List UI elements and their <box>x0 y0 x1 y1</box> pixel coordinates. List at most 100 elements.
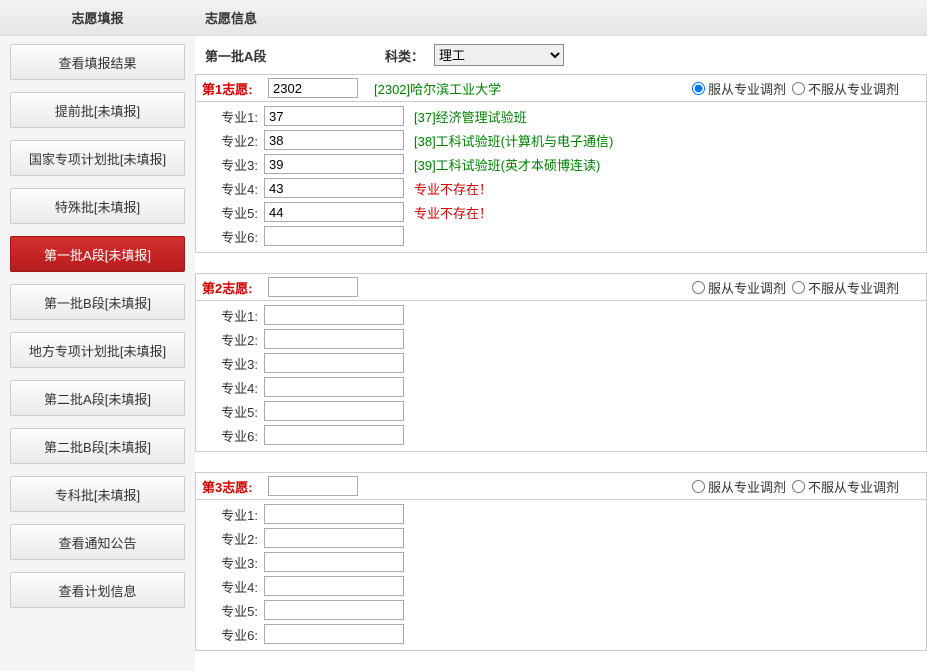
adjust-yes-label[interactable]: 服从专业调剂 <box>692 79 786 98</box>
adjust-yes-radio[interactable] <box>692 480 705 493</box>
major-code-input-2-6[interactable] <box>264 425 404 445</box>
sidebar: 志愿填报 查看填报结果提前批[未填报] 国家专项计划批[未填报] 特殊批[未填报] 第… <box>0 0 195 671</box>
sidebar-item-1[interactable]: 提前批[未填报] <box>10 92 185 128</box>
major-row: 专业2: <box>204 327 918 351</box>
major-error-text: 专业不存在！ <box>404 179 492 198</box>
major-code-input-2-3[interactable] <box>264 353 404 373</box>
choice-header-3: 第3志愿: 服从专业调剂 不服从专业调剂 <box>195 472 927 500</box>
major-name: [37]经济管理试验班 <box>404 107 527 126</box>
adjust-yes-text: 服从专业调剂 <box>708 79 786 98</box>
choice-label: 第3志愿: <box>196 477 266 496</box>
adjust-yes-label[interactable]: 服从专业调剂 <box>692 278 786 297</box>
choice-header-2: 第2志愿: 服从专业调剂 不服从专业调剂 <box>195 273 927 301</box>
major-row: 专业3:[39]工科试验班(英才本硕博连读) <box>204 152 918 176</box>
major-code-input-1-2[interactable] <box>264 130 404 150</box>
major-code-input-2-1[interactable] <box>264 305 404 325</box>
sidebar-item-6[interactable]: 地方专项计划批[未填报] <box>10 332 185 368</box>
batch-row: 第一批A段 科类： 理工 <box>195 36 927 74</box>
sidebar-item-3[interactable]: 特殊批[未填报] <box>10 188 185 224</box>
majors-wrap: 专业1: 专业2: 专业3: 专业4: 专业5:专业6: <box>195 500 927 651</box>
choice-label: 第2志愿: <box>196 278 266 297</box>
category-label: 科类： <box>385 46 424 65</box>
adjust-yes-label[interactable]: 服从专业调剂 <box>692 477 786 496</box>
sidebar-item-10[interactable]: 查看通知公告 <box>10 524 185 560</box>
major-code-input-3-6[interactable] <box>264 624 404 644</box>
choice-block-2: 第2志愿:服从专业调剂不服从专业调剂专业1:专业2:专业3:专业4:专业5:专业… <box>195 273 927 452</box>
major-code-input-3-2[interactable] <box>264 528 404 548</box>
choice-block-1: 第1志愿:[2302]哈尔滨工业大学服从专业调剂不服从专业调剂专业1:[37]经… <box>195 74 927 253</box>
major-row: 专业1: <box>204 303 918 327</box>
school-code-input-3[interactable] <box>268 476 358 496</box>
major-label: 专业1: <box>204 107 264 126</box>
adjust-yes-text: 服从专业调剂 <box>708 278 786 297</box>
major-label: 专业2: <box>204 330 264 349</box>
major-label: 专业3: <box>204 155 264 174</box>
sidebar-item-11[interactable]: 查看计划信息 <box>10 572 185 608</box>
major-row: 专业4:专业不存在！ <box>204 176 918 200</box>
major-code-input-2-2[interactable] <box>264 329 404 349</box>
adjust-no-radio[interactable] <box>792 480 805 493</box>
adjust-no-label[interactable]: 不服从专业调剂 <box>792 477 899 496</box>
major-label: 专业4: <box>204 577 264 596</box>
major-row: 专业6: <box>204 423 918 447</box>
choice-code-cell <box>266 275 366 299</box>
adjust-no-label[interactable]: 不服从专业调剂 <box>792 79 899 98</box>
major-label: 专业3: <box>204 354 264 373</box>
adjust-yes-radio[interactable] <box>692 82 705 95</box>
adjust-no-radio[interactable] <box>792 82 805 95</box>
major-code-input-1-4[interactable] <box>264 178 404 198</box>
major-label: 专业3: <box>204 553 264 572</box>
major-label: 专业5: <box>204 402 264 421</box>
major-code-input-3-5[interactable] <box>264 600 404 620</box>
school-code-input-2[interactable] <box>268 277 358 297</box>
sidebar-item-9[interactable]: 专科批[未填报] <box>10 476 185 512</box>
major-code-input-1-1[interactable] <box>264 106 404 126</box>
major-code-input-1-3[interactable] <box>264 154 404 174</box>
batch-title: 第一批A段 <box>205 46 375 65</box>
major-row: 专业5: <box>204 399 918 423</box>
choice-label: 第1志愿: <box>196 79 266 98</box>
major-row: 专业1: [37]经济管理试验班 <box>204 104 918 128</box>
major-row: 专业6: <box>204 224 918 248</box>
adjust-yes-radio[interactable] <box>692 281 705 294</box>
choice-code-cell <box>266 474 366 498</box>
major-code-input-3-4[interactable] <box>264 576 404 596</box>
adjust-no-label[interactable]: 不服从专业调剂 <box>792 278 899 297</box>
sidebar-item-5[interactable]: 第一批B段[未填报] <box>10 284 185 320</box>
adjust-no-text: 不服从专业调剂 <box>808 278 899 297</box>
major-row: 专业6: <box>204 622 918 646</box>
sidebar-header: 志愿填报 <box>0 0 195 36</box>
category-select[interactable]: 理工 <box>434 44 564 66</box>
major-code-input-3-3[interactable] <box>264 552 404 572</box>
major-code-input-3-1[interactable] <box>264 504 404 524</box>
major-label: 专业2: <box>204 529 264 548</box>
major-code-input-1-6[interactable] <box>264 226 404 246</box>
major-row: 专业1: <box>204 502 918 526</box>
adjust-cell: 服从专业调剂 不服从专业调剂 <box>686 477 926 496</box>
major-label: 专业4: <box>204 378 264 397</box>
school-code-input-1[interactable] <box>268 78 358 98</box>
major-row: 专业5: <box>204 598 918 622</box>
sidebar-item-0[interactable]: 查看填报结果 <box>10 44 185 80</box>
major-label: 专业6: <box>204 426 264 445</box>
majors-wrap: 专业1: 专业2: 专业3: 专业4: 专业5: 专业6: <box>195 301 927 452</box>
major-label: 专业1: <box>204 306 264 325</box>
major-row: 专业4: <box>204 375 918 399</box>
adjust-yes-text: 服从专业调剂 <box>708 477 786 496</box>
choice-code-cell <box>266 76 366 100</box>
sidebar-item-8[interactable]: 第二批B段[未填报] <box>10 428 185 464</box>
major-error-text: 专业不存在！ <box>404 203 492 222</box>
major-row: 专业2:[38]工科试验班(计算机与电子通信) <box>204 128 918 152</box>
major-row: 专业3: <box>204 351 918 375</box>
major-code-input-2-5[interactable] <box>264 401 404 421</box>
major-code-input-2-4[interactable] <box>264 377 404 397</box>
choice-block-3: 第3志愿: 服从专业调剂 不服从专业调剂专业1: 专业2: 专业3: 专业4: 专业5:专业… <box>195 472 927 651</box>
sidebar-item-7[interactable]: 第二批A段[未填报] <box>10 380 185 416</box>
sidebar-item-2[interactable]: 国家专项计划批[未填报] <box>10 140 185 176</box>
adjust-no-radio[interactable] <box>792 281 805 294</box>
major-code-input-1-5[interactable] <box>264 202 404 222</box>
major-row: 专业2: <box>204 526 918 550</box>
adjust-no-text: 不服从专业调剂 <box>808 477 899 496</box>
majors-wrap: 专业1:[37]经济管理试验班专业2:[38]工科试验班(计算机与电子通信)专业… <box>195 102 927 253</box>
sidebar-item-4[interactable]: 第一批A段[未填报] <box>10 236 185 272</box>
